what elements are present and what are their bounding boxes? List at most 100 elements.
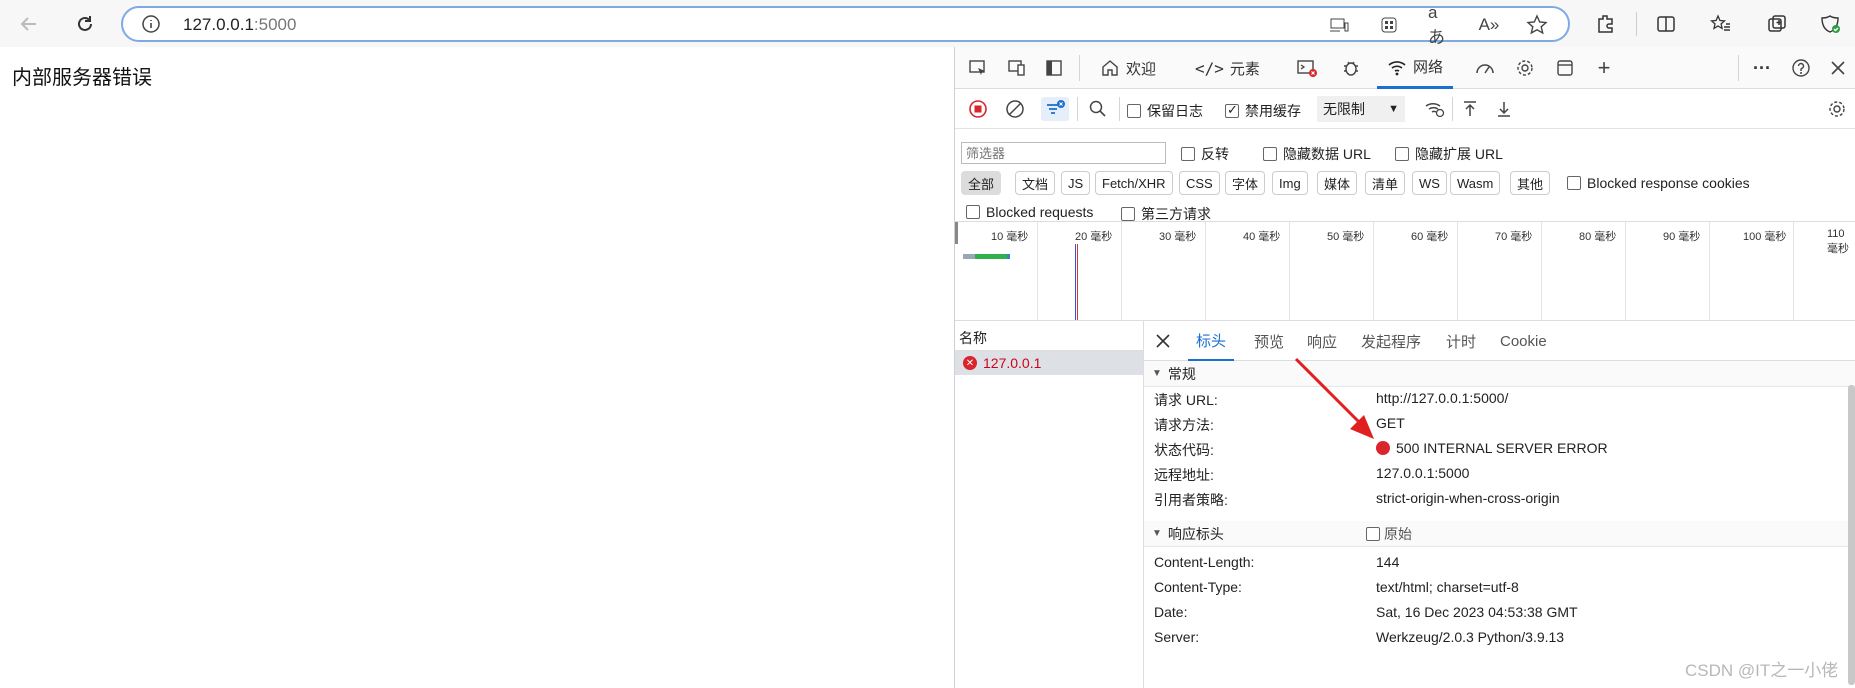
tab-elements[interactable]: </> 元素: [1195, 47, 1260, 89]
request-bar-download: [975, 254, 1007, 259]
type-filter-img[interactable]: Img: [1272, 171, 1308, 195]
throttle-value: 无限制: [1323, 101, 1365, 117]
type-filter-wasm[interactable]: Wasm: [1450, 171, 1501, 195]
browser-essentials-icon[interactable]: [1818, 12, 1842, 36]
raw-checkbox[interactable]: [1366, 526, 1380, 541]
close-devtools-icon[interactable]: [1826, 56, 1850, 80]
inspect-element-icon[interactable]: [966, 56, 990, 80]
tab-elements-label: 元素: [1229, 60, 1260, 78]
type-filter-js[interactable]: JS: [1061, 171, 1091, 195]
header-key: Server:: [1154, 629, 1200, 645]
device-emulation-icon[interactable]: [1005, 56, 1029, 80]
network-conditions-icon[interactable]: [1423, 97, 1447, 121]
apps-grid-icon[interactable]: [1378, 14, 1400, 36]
more-tools-plus-icon[interactable]: +: [1592, 55, 1616, 80]
search-icon[interactable]: [1086, 97, 1110, 121]
request-row[interactable]: ✕ 127.0.0.1: [955, 351, 1143, 375]
response-headers-section-header[interactable]: ▼ 响应标头 原始: [1144, 521, 1855, 547]
preserve-log-box[interactable]: [1127, 104, 1141, 118]
tab-cookie[interactable]: Cookie: [1500, 321, 1547, 361]
type-filter-other[interactable]: 其他: [1510, 171, 1551, 195]
type-filter-all[interactable]: 全部: [961, 171, 1002, 195]
more-options-icon[interactable]: ···: [1750, 56, 1774, 80]
disable-cache-label: 禁用缓存: [1245, 103, 1301, 119]
extensions-icon[interactable]: [1594, 12, 1618, 36]
clear-icon[interactable]: [1003, 97, 1027, 121]
favorites-list-icon[interactable]: [1709, 12, 1733, 36]
split-screen-icon[interactable]: [1654, 12, 1678, 36]
header-key: Date:: [1154, 604, 1188, 620]
general-row: 远程地址: 127.0.0.1:5000: [1144, 465, 1855, 490]
import-har-icon[interactable]: [1458, 97, 1482, 121]
close-details-icon[interactable]: [1154, 321, 1172, 361]
translate-icon[interactable]: aあ: [1428, 3, 1450, 47]
tab-preview[interactable]: 预览: [1254, 321, 1284, 361]
settings-gear-tab-icon[interactable]: [1513, 56, 1537, 80]
app-available-icon[interactable]: [1328, 14, 1350, 36]
tab-timing[interactable]: 计时: [1446, 321, 1476, 361]
favorite-star-icon[interactable]: [1526, 14, 1548, 36]
back-button[interactable]: [12, 7, 46, 41]
application-icon[interactable]: [1553, 56, 1577, 80]
type-filter-css[interactable]: CSS: [1179, 171, 1220, 195]
code-icon: </>: [1195, 58, 1224, 78]
hide-ext-url-box[interactable]: [1395, 147, 1409, 161]
invert-checkbox[interactable]: 反转: [1181, 144, 1229, 164]
timeline-overview[interactable]: 10 毫秒 20 毫秒 30 毫秒 40 毫秒 50 毫秒 60 毫秒 70 毫…: [955, 221, 1855, 321]
dock-side-icon[interactable]: [1042, 56, 1066, 80]
filter-input[interactable]: [961, 142, 1166, 164]
name-column-header[interactable]: 名称: [955, 321, 1143, 351]
url-text[interactable]: 127.0.0.1:5000: [183, 15, 296, 35]
hide-data-url-checkbox[interactable]: 隐藏数据 URL: [1263, 144, 1371, 164]
collections-icon[interactable]: [1765, 12, 1789, 36]
network-settings-icon[interactable]: [1825, 97, 1849, 121]
disable-cache-checkbox[interactable]: 禁用缓存: [1225, 101, 1301, 121]
throttle-select[interactable]: 无限制 ▼: [1317, 96, 1405, 122]
type-filter-fetch[interactable]: Fetch/XHR: [1095, 171, 1173, 195]
tab-headers[interactable]: 标头: [1188, 321, 1235, 361]
tick-label: 70 毫秒: [1495, 231, 1533, 243]
details-scrollbar[interactable]: [1848, 385, 1855, 685]
blocked-cookies-checkbox[interactable]: Blocked response cookies: [1567, 175, 1750, 191]
disable-cache-box[interactable]: [1225, 102, 1239, 118]
console-icon[interactable]: [1295, 56, 1319, 80]
tab-network[interactable]: 网络: [1377, 47, 1454, 89]
performance-icon[interactable]: [1473, 56, 1497, 80]
filter-toggle-icon[interactable]: [1041, 97, 1069, 121]
type-filter-font[interactable]: 字体: [1225, 171, 1266, 195]
header-value: strict-origin-when-cross-origin: [1376, 490, 1560, 506]
record-stop-icon[interactable]: [966, 97, 990, 121]
export-har-icon[interactable]: [1492, 97, 1516, 121]
chevron-down-icon: ▼: [1388, 103, 1399, 115]
read-aloud-icon[interactable]: A»: [1478, 14, 1500, 36]
reload-button[interactable]: [68, 7, 102, 41]
blocked-requests-box[interactable]: [966, 205, 980, 219]
hide-data-url-box[interactable]: [1263, 147, 1277, 161]
request-name: 127.0.0.1: [983, 355, 1042, 371]
help-icon[interactable]: [1789, 56, 1813, 80]
type-filter-media[interactable]: 媒体: [1317, 171, 1358, 195]
request-bar-waiting: [963, 254, 975, 259]
tick-line: [1793, 222, 1794, 320]
header-value: Werkzeug/2.0.3 Python/3.9.13: [1376, 629, 1565, 645]
invert-box[interactable]: [1181, 147, 1195, 161]
error-message: 内部服务器错误: [12, 67, 152, 89]
blocked-cookies-box[interactable]: [1567, 176, 1581, 190]
home-icon: [1102, 60, 1118, 76]
type-filter-ws[interactable]: WS: [1412, 171, 1447, 195]
info-icon[interactable]: [141, 14, 161, 39]
third-party-box[interactable]: [1121, 207, 1135, 221]
blocked-requests-checkbox[interactable]: Blocked requests: [966, 204, 1093, 220]
tab-welcome[interactable]: 欢迎: [1100, 47, 1156, 89]
raw-toggle[interactable]: 原始: [1366, 524, 1412, 544]
general-section-header[interactable]: ▼ 常规: [1144, 361, 1855, 387]
hide-ext-url-checkbox[interactable]: 隐藏扩展 URL: [1395, 144, 1503, 164]
address-bar[interactable]: 127.0.0.1:5000 aあ A»: [121, 3, 1570, 47]
devtools-tabbar: 欢迎 </> 元素 网络 + ···: [955, 47, 1855, 89]
timeline-left-handle[interactable]: [955, 222, 958, 244]
back-arrow-icon: [20, 17, 36, 31]
preserve-log-checkbox[interactable]: 保留日志: [1127, 101, 1203, 121]
issues-bug-icon[interactable]: [1339, 56, 1363, 80]
type-filter-doc[interactable]: 文档: [1015, 171, 1056, 195]
type-filter-manifest[interactable]: 清单: [1365, 171, 1406, 195]
